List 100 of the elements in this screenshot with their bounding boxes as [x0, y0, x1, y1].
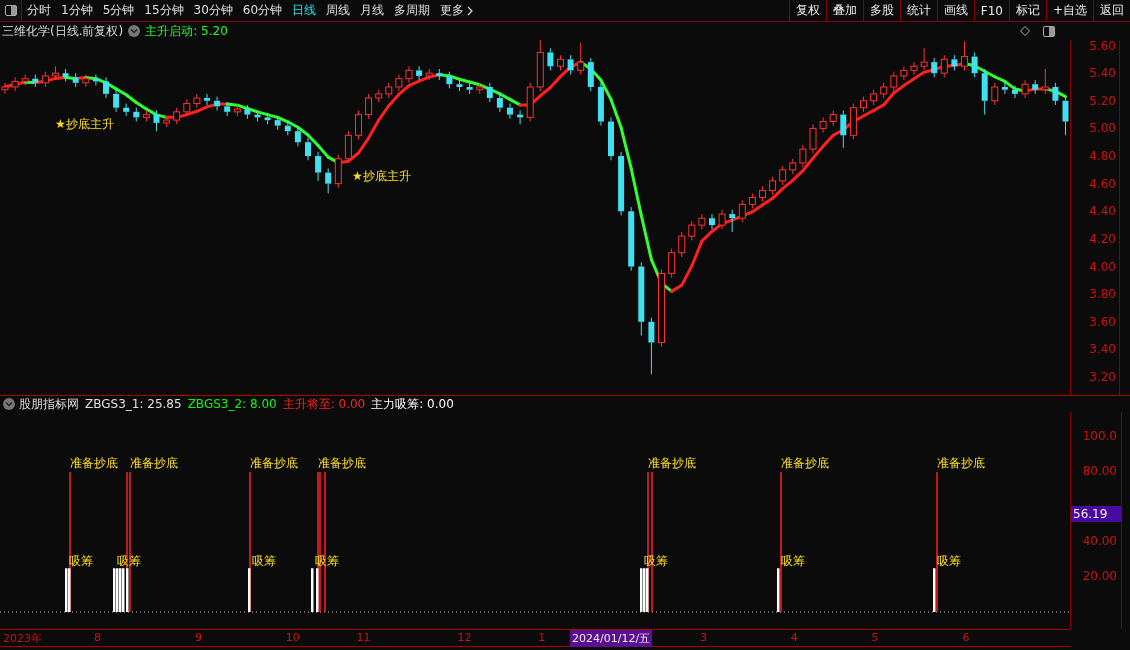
indicator-value: ZBGS3_2: 8.00	[187, 397, 277, 411]
candlestick	[628, 206, 635, 272]
candlestick	[274, 115, 281, 131]
signal-label: 准备抄底	[130, 456, 178, 470]
period-tab[interactable]: 周线	[321, 2, 356, 19]
candlestick	[931, 57, 938, 78]
time-axis-label: 4	[790, 631, 798, 644]
time-axis-label: 8	[93, 631, 101, 644]
candlestick	[254, 109, 261, 122]
candlestick	[294, 126, 301, 147]
candlestick	[214, 96, 221, 111]
price-axis-label: 3.40	[1089, 342, 1116, 357]
candlestick	[507, 103, 513, 120]
candlestick	[910, 61, 918, 76]
candlestick	[153, 109, 160, 132]
price-axis-label: 3.80	[1089, 287, 1116, 302]
period-tab[interactable]: 15分钟	[139, 2, 189, 19]
candlestick	[11, 76, 19, 92]
candlestick	[557, 54, 564, 71]
price-axis-label: 5.60	[1089, 40, 1116, 53]
signal-label: ★抄底主升	[352, 169, 411, 183]
candlestick	[860, 96, 867, 113]
candlestick	[41, 71, 49, 88]
indicator-axis-label: 100.0	[1082, 429, 1117, 443]
candlestick	[829, 109, 837, 127]
candlestick	[648, 317, 655, 375]
candlestick	[21, 74, 29, 87]
candlestick	[204, 93, 210, 106]
dropdown-circle-icon[interactable]	[128, 25, 141, 37]
candlestick	[344, 130, 352, 164]
indicator-value: 主力吸筹: 0.00	[371, 395, 454, 413]
candlestick	[688, 220, 696, 241]
candlestick	[82, 74, 90, 88]
candlestick	[799, 144, 807, 168]
candlestick	[52, 65, 59, 81]
candlestick	[526, 82, 534, 122]
candlestick	[517, 109, 524, 125]
period-tab[interactable]: 分时	[22, 2, 56, 19]
diamond-icon[interactable]	[1020, 26, 1030, 36]
time-axis-label: 2023年	[3, 631, 42, 646]
time-axis-label: 1	[538, 631, 546, 644]
candlestick	[133, 107, 140, 122]
candlestick	[486, 82, 493, 103]
signal-label: 准备抄底	[250, 456, 298, 470]
candlestick	[951, 54, 958, 71]
candlestick	[738, 199, 746, 223]
candlestick	[284, 121, 291, 136]
period-tab[interactable]: 更多	[435, 2, 470, 19]
candlestick	[900, 65, 908, 81]
candlestick	[183, 98, 191, 117]
candlestick	[173, 107, 181, 125]
price-axis-label: 4.80	[1089, 149, 1116, 164]
candlestick	[476, 82, 484, 95]
period-tab[interactable]: 1分钟	[56, 2, 98, 19]
candlestick	[103, 76, 109, 99]
candlestick	[244, 104, 251, 120]
candlestick	[224, 101, 231, 117]
candlestick	[405, 65, 413, 84]
candlestick	[608, 116, 614, 161]
time-axis-label: 5	[871, 631, 879, 644]
candlestick	[233, 104, 241, 117]
period-tab[interactable]: 月线	[355, 2, 390, 19]
indicator-value: 主升将至: 0.00	[282, 395, 366, 413]
period-tab[interactable]: 5分钟	[97, 2, 140, 19]
current-value-tag: 56.19	[1071, 505, 1121, 522]
candlestick	[1012, 85, 1018, 99]
candlestick	[809, 123, 817, 154]
time-axis-label: 10	[285, 631, 300, 644]
signal-label: 准备抄底	[70, 456, 118, 470]
candlestick	[325, 167, 332, 194]
time-axis-label: 6	[962, 631, 970, 644]
time-axis-label: 11	[356, 631, 371, 644]
signal-label: 吸筹	[315, 554, 339, 569]
dropdown-circle-icon[interactable]	[3, 398, 15, 410]
candlestick	[416, 65, 423, 81]
time-axis-label: 9	[194, 631, 202, 644]
indicator-axis-label: 20.00	[1082, 569, 1117, 583]
price-axis-label: 5.40	[1089, 66, 1116, 81]
candlestick	[789, 158, 797, 175]
period-tab[interactable]: 30分钟	[188, 2, 238, 19]
panel-toggle-icon[interactable]	[1043, 25, 1055, 37]
chevron-right-icon[interactable]	[467, 5, 474, 16]
signal-label: 准备抄底	[781, 456, 829, 470]
period-tab[interactable]: 日线	[287, 2, 322, 19]
panel-toggle-button[interactable]	[0, 0, 22, 21]
period-tab[interactable]: 多周期	[389, 2, 436, 19]
period-tab[interactable]: 60分钟	[237, 2, 288, 19]
candlestick	[32, 74, 39, 88]
candlestick	[315, 151, 322, 182]
price-axis-label: 3.20	[1089, 370, 1116, 385]
candlestick	[466, 82, 473, 95]
candlestick	[334, 154, 342, 189]
candlestick	[365, 93, 373, 120]
candlestick	[890, 71, 898, 92]
candlestick	[496, 93, 503, 113]
candlestick	[981, 68, 988, 116]
price-axis-label: 4.00	[1089, 259, 1116, 274]
indicator-value: 主升启动: 5.20	[145, 22, 228, 40]
candlestick	[425, 68, 433, 81]
candlestick	[456, 79, 463, 92]
